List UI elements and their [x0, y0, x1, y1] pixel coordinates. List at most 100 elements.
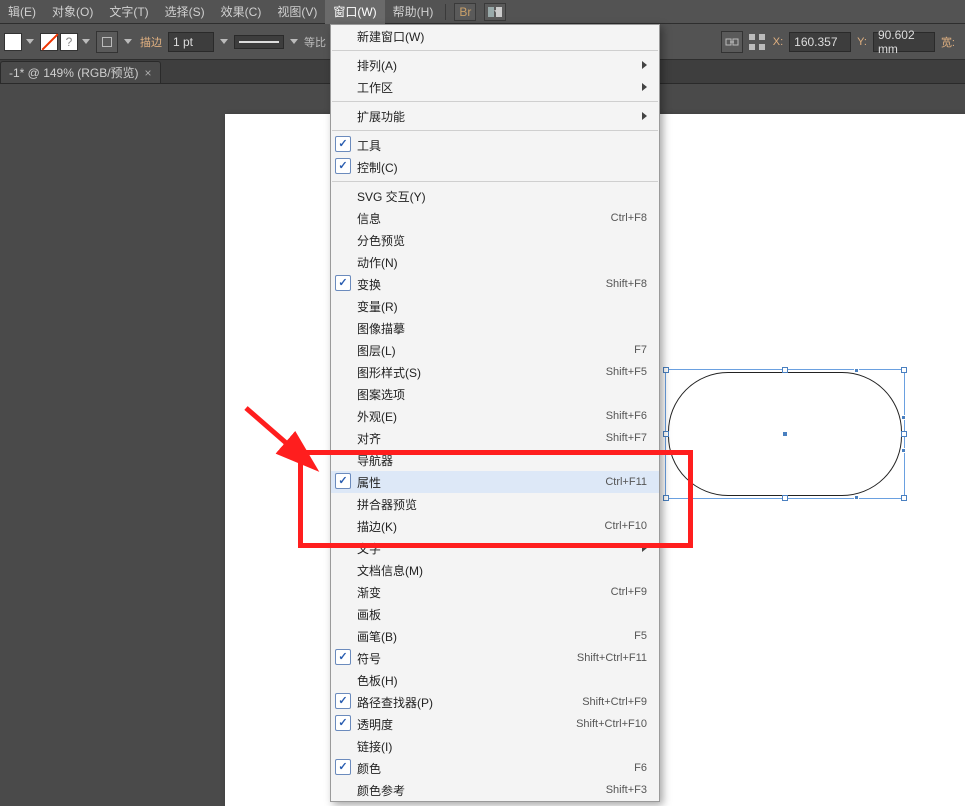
none-swatch[interactable] [40, 33, 58, 51]
submenu-arrow-icon [642, 544, 647, 552]
menu-item-label: 变换 [357, 276, 606, 293]
menu-item[interactable]: ✓符号Shift+Ctrl+F11 [331, 647, 659, 669]
document-tab-title: -1* @ 149% (RGB/预览) [9, 64, 139, 81]
menu-item[interactable]: 拼合器预览 [331, 493, 659, 515]
menu-item[interactable]: ✓属性Ctrl+F11 [331, 471, 659, 493]
chain-icon [725, 35, 739, 49]
menu-item[interactable]: ✓路径查找器(P)Shift+Ctrl+F9 [331, 691, 659, 713]
menu-item[interactable]: ✓颜色F6 [331, 757, 659, 779]
menu-item[interactable]: 新建窗口(W) [331, 25, 659, 47]
menu-item-shortcut: F6 [634, 762, 647, 774]
y-field[interactable]: 90.602 mm [873, 32, 935, 52]
menu-item[interactable]: 对齐Shift+F7 [331, 427, 659, 449]
selection-handle[interactable] [901, 367, 907, 373]
stroke-width-dropdown[interactable] [218, 33, 230, 51]
menu-item[interactable]: ✓工具 [331, 134, 659, 156]
menu-item-shortcut: Ctrl+F9 [611, 586, 647, 598]
anchor-point[interactable] [901, 415, 906, 420]
chevron-down-icon [124, 39, 132, 44]
menu-item-label: 描边(K) [357, 518, 605, 535]
anchor-point[interactable] [901, 448, 906, 453]
stroke-style-dropdown[interactable] [288, 33, 300, 51]
check-icon: ✓ [335, 158, 351, 174]
selection-handle[interactable] [663, 367, 669, 373]
selection-handle[interactable] [663, 495, 669, 501]
menu-item[interactable]: 分色预览 [331, 229, 659, 251]
menu-item[interactable]: 渐变Ctrl+F9 [331, 581, 659, 603]
document-tab[interactable]: -1* @ 149% (RGB/预览) × [0, 61, 161, 83]
selection-handle[interactable] [782, 367, 788, 373]
menu-effect[interactable]: 效果(C) [213, 0, 270, 24]
submenu-arrow-icon [642, 112, 647, 120]
line-icon [239, 41, 279, 43]
menu-type[interactable]: 文字(T) [101, 0, 156, 24]
menu-item[interactable]: 色板(H) [331, 669, 659, 691]
anchor-point[interactable] [854, 368, 859, 373]
menu-item[interactable]: 导航器 [331, 449, 659, 471]
fill-dropdown[interactable] [24, 33, 36, 51]
menu-item[interactable]: 描边(K)Ctrl+F10 [331, 515, 659, 537]
menu-item[interactable]: ✓变换Shift+F8 [331, 273, 659, 295]
fill-swatch[interactable] [4, 33, 22, 51]
selection-handle[interactable] [663, 431, 669, 437]
menu-help[interactable]: 帮助(H) [385, 0, 442, 24]
menu-item-shortcut: Shift+F8 [606, 278, 647, 290]
transform-icon-button[interactable] [721, 31, 743, 53]
stroke-swatch-button[interactable] [96, 31, 118, 53]
workspace-layout-button[interactable] [484, 3, 506, 21]
stroke-style-preview[interactable] [234, 35, 284, 49]
menu-item[interactable]: 扩展功能 [331, 105, 659, 127]
anchor-point[interactable] [854, 495, 859, 500]
selection-handle[interactable] [901, 431, 907, 437]
menu-item[interactable]: 信息Ctrl+F8 [331, 207, 659, 229]
stroke-width-field[interactable]: 1 pt [168, 32, 214, 52]
menu-item[interactable]: 链接(I) [331, 735, 659, 757]
menu-item-shortcut: Ctrl+F8 [611, 212, 647, 224]
menu-item-label: 动作(N) [357, 254, 647, 271]
bridge-button[interactable]: Br [454, 3, 476, 21]
menu-item-shortcut: Shift+Ctrl+F11 [577, 652, 647, 664]
selected-shape[interactable] [665, 369, 905, 499]
menu-item[interactable]: 画板 [331, 603, 659, 625]
menu-item[interactable]: 外观(E)Shift+F6 [331, 405, 659, 427]
selection-handle[interactable] [901, 495, 907, 501]
x-field[interactable]: 160.357 [789, 32, 851, 52]
menu-item-label: 图层(L) [357, 342, 634, 359]
menu-item[interactable]: 图形样式(S)Shift+F5 [331, 361, 659, 383]
menu-item-shortcut: Shift+F7 [606, 432, 647, 444]
chevron-down-icon [494, 10, 500, 14]
menu-item[interactable]: SVG 交互(Y) [331, 185, 659, 207]
menu-item[interactable]: 文档信息(M) [331, 559, 659, 581]
menu-item-label: 拼合器预览 [357, 496, 647, 513]
menu-item[interactable]: 图层(L)F7 [331, 339, 659, 361]
close-tab-button[interactable]: × [145, 66, 152, 80]
menu-item[interactable]: 图像描摹 [331, 317, 659, 339]
coordinate-fields: X: 160.357 Y: 90.602 mm 宽: [771, 32, 961, 52]
unknown-swatch[interactable]: ? [60, 33, 78, 51]
menu-item[interactable]: 颜色参考Shift+F3 [331, 779, 659, 801]
menu-item[interactable]: 工作区 [331, 76, 659, 98]
menu-view[interactable]: 视图(V) [269, 0, 325, 24]
check-icon: ✓ [335, 693, 351, 709]
align-grid-icon[interactable] [747, 32, 767, 52]
menu-item[interactable]: 画笔(B)F5 [331, 625, 659, 647]
square-icon [102, 37, 112, 47]
menu-item[interactable]: ✓透明度Shift+Ctrl+F10 [331, 713, 659, 735]
menu-item[interactable]: ✓控制(C) [331, 156, 659, 178]
menu-item[interactable]: 变量(R) [331, 295, 659, 317]
selection-handle[interactable] [782, 495, 788, 501]
chevron-down-icon [82, 39, 90, 44]
check-icon: ✓ [335, 473, 351, 489]
secondary-dropdown[interactable] [80, 33, 92, 51]
menu-edit[interactable]: 辑(E) [0, 0, 44, 24]
menu-item-label: 扩展功能 [357, 108, 642, 125]
menu-item[interactable]: 图案选项 [331, 383, 659, 405]
menu-item-label: 排列(A) [357, 57, 642, 74]
menu-window[interactable]: 窗口(W) [325, 0, 384, 24]
menu-item[interactable]: 排列(A) [331, 54, 659, 76]
menu-item[interactable]: 动作(N) [331, 251, 659, 273]
stroke-swatch-dropdown[interactable] [122, 33, 134, 51]
menu-object[interactable]: 对象(O) [44, 0, 101, 24]
menu-item[interactable]: 文字 [331, 537, 659, 559]
menu-select[interactable]: 选择(S) [157, 0, 213, 24]
